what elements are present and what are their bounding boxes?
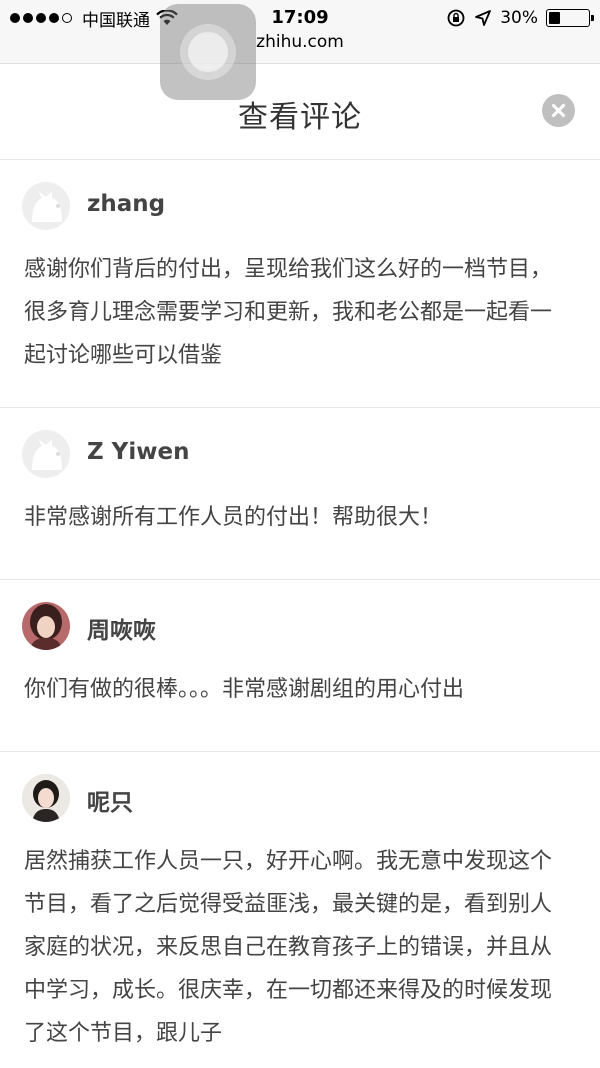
comment-text: 居然捕获工作人员一只，好开心啊。我无意中发现这个节目，看了之后觉得受益匪浅，最关…	[24, 849, 553, 1046]
comment-username[interactable]: 呢只	[87, 783, 133, 817]
comment-item: 周咴咴 你们有做的很棒。。。非常感谢剧组的用心付出	[0, 580, 600, 752]
battery-icon	[546, 9, 594, 27]
status-bar: 中国联通 17:09 30% zhihu.com	[0, 0, 600, 64]
user-photo-avatar[interactable]	[22, 602, 70, 650]
comment-item: 呢只 居然捕获工作人员一只，好开心啊。我无意中发现这个节目，看了之后觉得受益匪浅…	[0, 752, 600, 1068]
battery-percent: 30%	[500, 8, 538, 28]
comment-text: 你们有做的很棒。。。非常感谢剧组的用心付出	[24, 677, 465, 702]
page-title: 查看评论	[238, 100, 362, 135]
status-right: 30%	[446, 4, 594, 32]
comment-username[interactable]: Z Yiwen	[87, 439, 189, 465]
page-url[interactable]: zhihu.com	[0, 32, 600, 52]
comment-username[interactable]: zhang	[87, 191, 165, 217]
comment-username[interactable]: 周咴咴	[87, 611, 156, 645]
location-arrow-icon	[475, 10, 492, 26]
comments-header: 查看评论	[0, 64, 600, 160]
close-icon[interactable]	[542, 94, 575, 127]
comment-item: zhang 感谢你们背后的付出，呈现给我们这么好的一档节目，很多育儿理念需要学习…	[0, 160, 600, 408]
assistive-touch-button[interactable]	[160, 4, 256, 100]
default-avatar[interactable]	[22, 430, 70, 478]
user-photo-avatar[interactable]	[22, 774, 70, 822]
comment-text: 感谢你们背后的付出，呈现给我们这么好的一档节目，很多育儿理念需要学习和更新，我和…	[24, 257, 553, 368]
comment-text: 非常感谢所有工作人员的付出！帮助很大！	[24, 505, 443, 530]
comment-item: Z Yiwen 非常感谢所有工作人员的付出！帮助很大！	[0, 408, 600, 580]
default-avatar[interactable]	[22, 182, 70, 230]
orientation-lock-icon	[447, 9, 465, 27]
